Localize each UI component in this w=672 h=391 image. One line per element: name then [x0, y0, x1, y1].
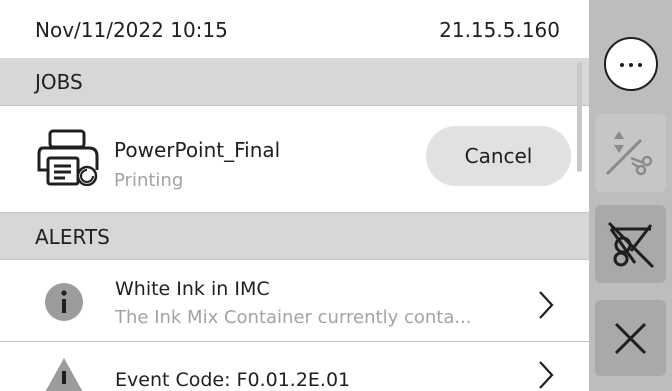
- ip-address: 21.15.5.160: [439, 18, 560, 42]
- alert-description: The Ink Mix Container currently conta...: [115, 307, 472, 328]
- info-icon: [45, 283, 83, 321]
- more-options-icon: [620, 63, 642, 67]
- close-icon: [614, 322, 647, 355]
- printer-icon: [37, 129, 99, 186]
- cut-adjust-button[interactable]: [595, 114, 666, 192]
- alert-title: Event Code: F0.01.2E.01: [115, 369, 351, 391]
- alerts-section-header: ALERTS: [0, 212, 589, 260]
- warning-icon: [45, 358, 83, 391]
- close-button[interactable]: [595, 300, 666, 376]
- alerts-header-label: ALERTS: [35, 225, 110, 249]
- cut-adjust-icon: [605, 131, 653, 176]
- scrollbar[interactable]: [577, 62, 582, 172]
- chevron-right-icon: [539, 291, 554, 319]
- no-cut-button[interactable]: [595, 205, 666, 283]
- alert-row[interactable]: [0, 262, 589, 342]
- jobs-header-label: JOBS: [35, 70, 83, 94]
- jobs-section-header: JOBS: [0, 58, 589, 106]
- job-status: Printing: [114, 170, 184, 191]
- no-cut-icon: [607, 221, 655, 269]
- job-name: PowerPoint_Final: [114, 138, 281, 162]
- status-bar: Nov/11/2022 10:15 21.15.5.160: [0, 0, 589, 58]
- side-panel: [589, 0, 672, 391]
- chevron-right-icon: [539, 361, 554, 389]
- date-time: Nov/11/2022 10:15: [35, 18, 228, 42]
- alert-title: White Ink in IMC: [115, 278, 270, 300]
- more-options-button[interactable]: [604, 37, 658, 91]
- cancel-job-button[interactable]: Cancel: [426, 126, 571, 186]
- main-panel: Nov/11/2022 10:15 21.15.5.160 JOBS Power…: [0, 0, 589, 391]
